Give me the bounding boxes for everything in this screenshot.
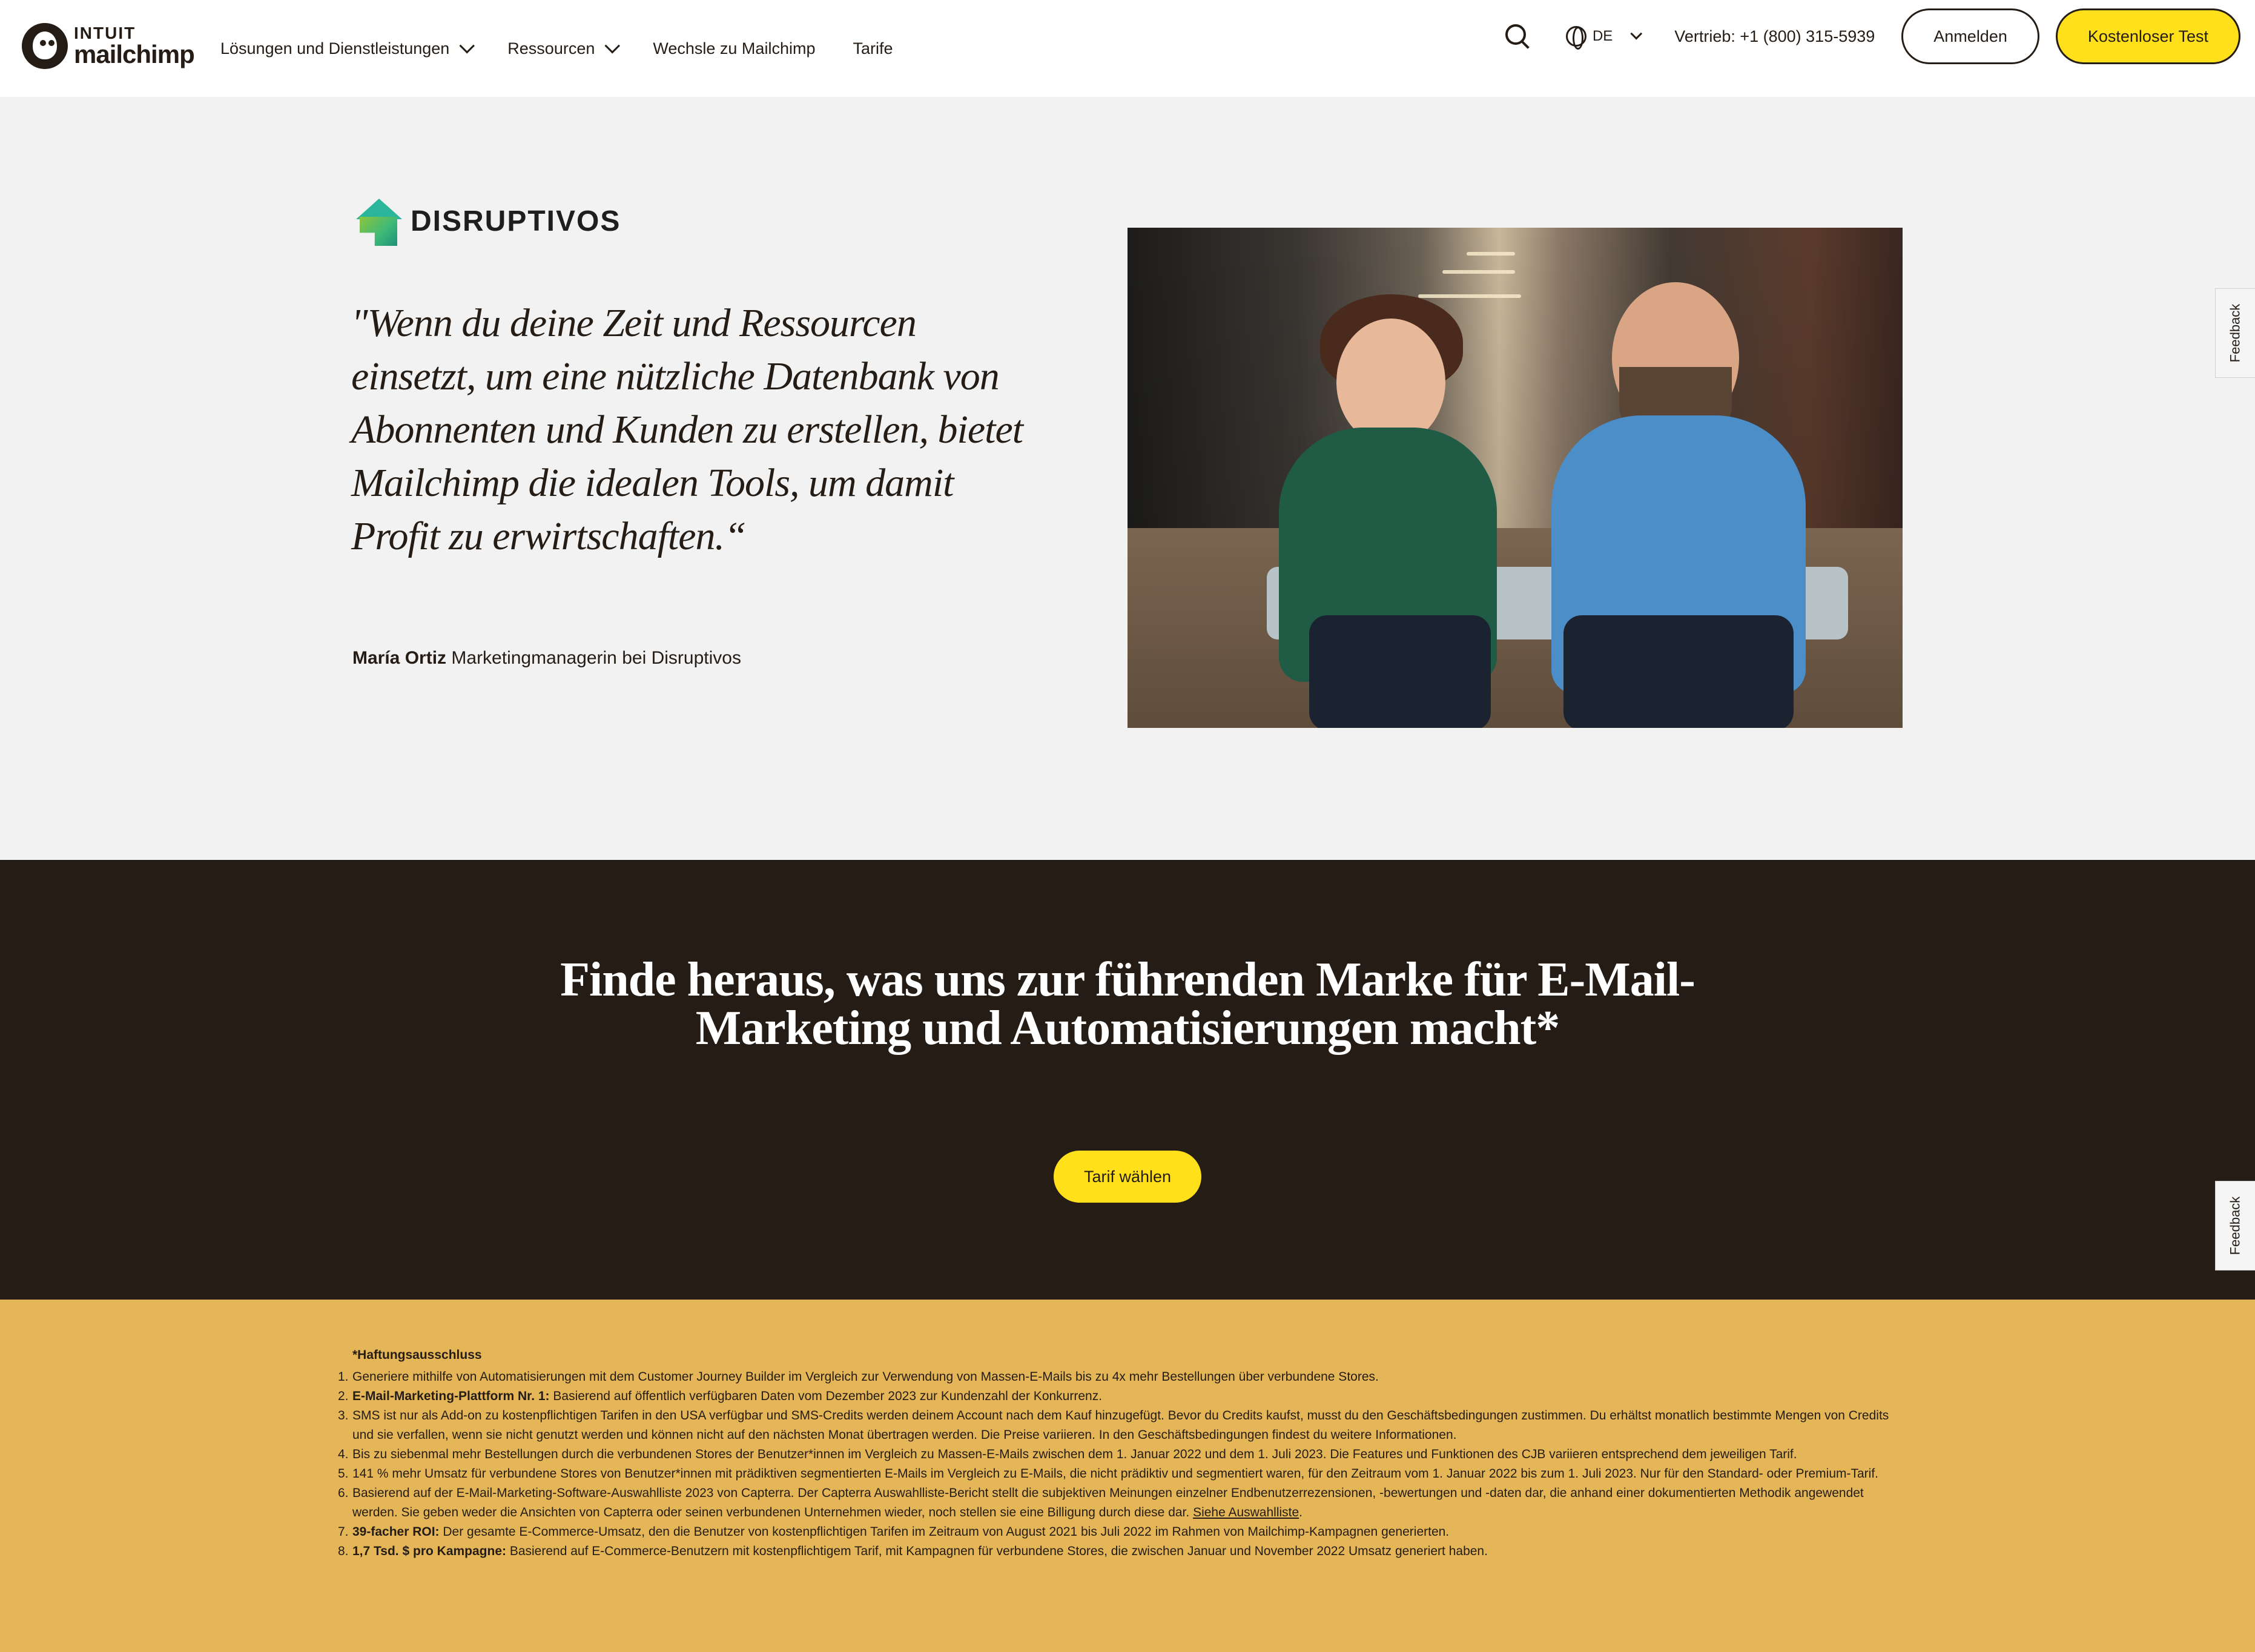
logo-intuit-text: INTUIT xyxy=(74,24,136,42)
choose-plan-button[interactable]: Tarif wählen xyxy=(1054,1151,1201,1203)
login-button[interactable]: Anmelden xyxy=(1901,8,2039,64)
testimonial-quote: "Wenn du deine Zeit und Ressourcen einse… xyxy=(351,301,1023,558)
disclaimer-item: 4. Bis zu siebenmal mehr Bestellungen dur… xyxy=(338,1447,1797,1461)
header-actions: DE Vertrieb: +1 (800) 315-5939 Anmelden … xyxy=(1503,8,2240,64)
search-icon[interactable] xyxy=(1503,22,1532,51)
chevron-down-icon xyxy=(604,38,621,54)
disclaimer-item: 7. 39-facher ROI: Der gesamte E-Commerce-… xyxy=(338,1525,1450,1539)
disclaimer-title: *Haftungsausschluss xyxy=(352,1348,482,1362)
author-name: María Ortiz xyxy=(352,648,447,668)
disclaimer-list: 1. Generiere mithilfe von Automatisierung… xyxy=(338,1367,1903,1561)
disclaimer-item: 1. Generiere mithilfe von Automatisierung… xyxy=(338,1370,1379,1384)
disclaimer-item: 8. 1,7 Tsd. $ pro Kampagne: Basierend auf… xyxy=(338,1544,1488,1558)
logo-mailchimp-text: mailchimp xyxy=(74,40,195,68)
feedback-tab[interactable]: Feedback xyxy=(2215,288,2255,378)
sales-phone[interactable]: Vertrieb: +1 (800) 315-5939 xyxy=(1674,27,1875,46)
globe-icon xyxy=(1565,26,1586,50)
testimonial-section: DISRUPTIVOS "Wenn du deine Zeit und Ress… xyxy=(0,97,2255,860)
disruptivos-logo-icon xyxy=(354,194,402,248)
cta-section: Finde heraus, was uns zur führenden Mark… xyxy=(0,860,2255,1300)
testimonial-photo xyxy=(1128,228,1903,728)
chevron-down-icon xyxy=(1630,27,1643,40)
chevron-down-icon xyxy=(459,38,475,54)
nav-item-pricing[interactable]: Tarife xyxy=(853,39,893,58)
main-nav: Lösungen und Dienstleistungen Ressourcen… xyxy=(220,24,893,73)
mailchimp-logo-icon xyxy=(22,23,68,69)
feedback-label: Feedback xyxy=(2227,303,2243,363)
disclaimer-section: *Haftungsausschluss 1. Generiere mithilfe… xyxy=(0,1300,2255,1652)
disclaimer-item: 5. 141 % mehr Umsatz für verbundene Store… xyxy=(338,1467,1878,1481)
language-selector[interactable]: DE xyxy=(1565,26,1643,50)
capterra-link[interactable]: Siehe Auswahlliste xyxy=(1193,1505,1299,1519)
nav-item-resources[interactable]: Ressourcen xyxy=(507,38,621,58)
feedback-tab[interactable]: Feedback xyxy=(2215,1181,2255,1270)
nav-item-label: Ressourcen xyxy=(507,39,595,58)
nav-item-label: Tarife xyxy=(853,39,893,58)
disclaimer-item: 2. E-Mail-Marketing-Plattform Nr. 1: Basi… xyxy=(338,1389,1103,1403)
cta-title: Finde heraus, was uns zur führenden Mark… xyxy=(560,953,1695,1055)
nav-item-label: Wechsle zu Mailchimp xyxy=(653,39,816,58)
feedback-label: Feedback xyxy=(2227,1196,2243,1255)
author-role: Marketingmanagerin bei Disruptivos xyxy=(451,648,741,668)
testimonial-author: María Ortiz Marketingmanagerin bei Disru… xyxy=(352,648,741,669)
top-navigation-bar: INTUIT mailchimp Lösungen und Dienstleis… xyxy=(0,0,2255,97)
free-trial-button[interactable]: Kostenloser Test xyxy=(2055,8,2240,64)
disclaimer-item: 3. SMS ist nur als Add-on zu kostenpflich… xyxy=(338,1409,1889,1442)
nav-item-switch[interactable]: Wechsle zu Mailchimp xyxy=(653,39,815,58)
mailchimp-logo[interactable]: INTUIT mailchimp xyxy=(22,12,197,80)
brand-name: DISRUPTIVOS xyxy=(411,205,621,237)
disclaimer-item: 6. Basierend auf der E-Mail-Marketing-Sof… xyxy=(338,1486,1864,1519)
disruptivos-logo: DISRUPTIVOS xyxy=(354,194,621,248)
language-code: DE xyxy=(1592,28,1613,44)
nav-item-solutions[interactable]: Lösungen und Dienstleistungen xyxy=(220,38,475,58)
nav-item-label: Lösungen und Dienstleistungen xyxy=(220,39,450,58)
